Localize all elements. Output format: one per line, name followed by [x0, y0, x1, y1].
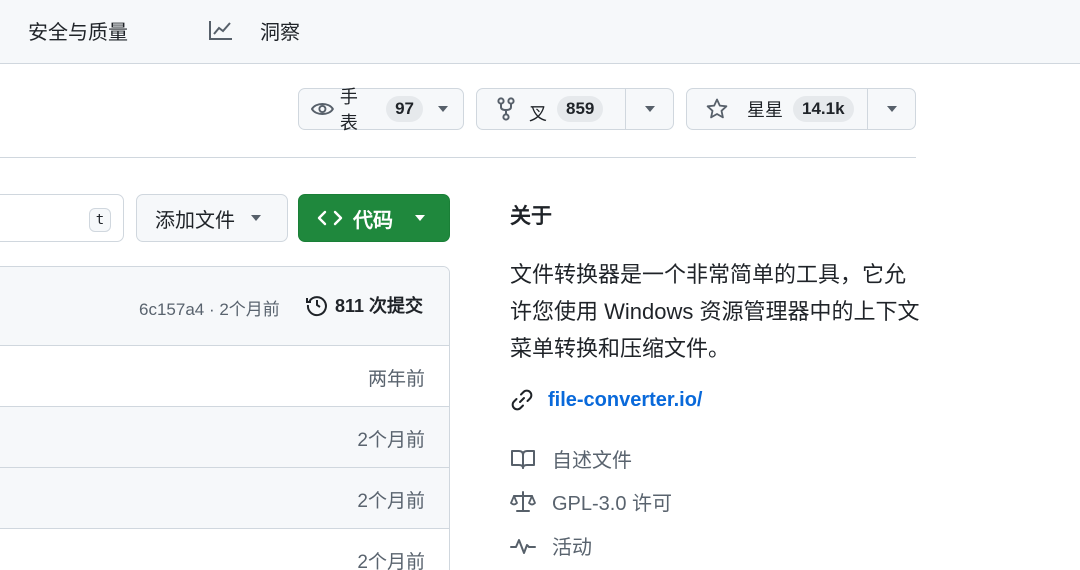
activity-link[interactable]: 活动	[510, 531, 592, 560]
header-divider	[0, 157, 916, 158]
caret-down-icon	[438, 106, 448, 112]
about-heading: 关于	[510, 205, 552, 228]
website-link[interactable]: file-converter.io/	[510, 388, 703, 412]
fork-label: 叉	[529, 104, 547, 124]
caret-down-icon	[415, 215, 425, 221]
star-count: 14.1k	[793, 96, 854, 122]
star-dropdown-button[interactable]	[867, 89, 915, 129]
law-icon	[510, 490, 536, 512]
file-age: 2个月前	[357, 430, 425, 451]
link-icon	[511, 389, 533, 411]
caret-down-icon	[251, 215, 261, 221]
license-link[interactable]: GPL-3.0 许可	[510, 487, 672, 516]
code-button[interactable]: 代码	[298, 194, 450, 242]
caret-down-icon	[886, 106, 897, 112]
latest-commit-bar: 6c157a4 · 2个月前 811 次提交	[0, 267, 449, 346]
file-age: 两年前	[367, 369, 425, 390]
watch-button-group: 手表 97	[298, 87, 464, 133]
about-description: 文件转换器是一个非常简单的工具，它允许您使用 Windows 资源管理器中的上下…	[510, 262, 920, 361]
star-label: 星星	[747, 100, 783, 120]
table-row[interactable]: 2个月前	[0, 529, 449, 570]
file-age: 2个月前	[357, 491, 425, 512]
license-label: GPL-3.0 许可	[552, 493, 673, 515]
readme-link[interactable]: 自述文件	[510, 444, 632, 473]
commit-history-link[interactable]: 811 次提交	[305, 292, 423, 318]
code-icon	[317, 210, 343, 226]
nav-insights-label: 洞察	[260, 21, 300, 44]
readme-label: 自述文件	[552, 450, 632, 472]
table-row[interactable]: 两年前	[0, 346, 449, 407]
fork-dropdown-button[interactable]	[625, 89, 673, 129]
file-age: 2个月前	[357, 552, 425, 570]
watch-button[interactable]: 手表 97	[299, 87, 423, 133]
watch-dropdown-button[interactable]	[423, 89, 463, 129]
website-link-label: file-converter.io/	[548, 388, 703, 411]
file-list: 6c157a4 · 2个月前 811 次提交 两年前 2个月前 2个月前 2个月…	[0, 266, 450, 570]
code-label: 代码	[353, 209, 393, 232]
latest-commit-meta[interactable]: 6c157a4 · 2个月前	[139, 295, 280, 320]
watch-count: 97	[386, 96, 423, 122]
graph-icon	[209, 21, 232, 40]
star-icon	[706, 98, 728, 119]
nav-insights[interactable]: 洞察	[208, 16, 300, 44]
book-icon	[511, 449, 535, 469]
commit-count-label: 811 次提交	[335, 296, 424, 316]
fork-count: 859	[557, 96, 604, 122]
watch-label: 手表	[339, 87, 358, 133]
table-row[interactable]: 2个月前	[0, 407, 449, 468]
go-to-file-input[interactable]: t	[0, 194, 124, 242]
nav-security-quality[interactable]: 安全与质量	[28, 16, 128, 44]
repo-forked-icon	[497, 97, 515, 121]
nav-security-label: 安全与质量	[28, 21, 128, 44]
fork-button-group: 叉 859	[476, 88, 674, 130]
add-file-label: 添加文件	[155, 209, 235, 232]
caret-down-icon	[644, 106, 655, 112]
history-icon	[306, 296, 327, 317]
add-file-button[interactable]: 添加文件	[136, 194, 288, 242]
fork-button[interactable]: 叉 859	[477, 89, 625, 129]
repo-nav: 安全与质量 洞察	[0, 0, 1080, 64]
eye-icon	[311, 103, 334, 115]
star-button[interactable]: 星星 14.1k	[687, 89, 867, 129]
table-row[interactable]: 2个月前	[0, 468, 449, 529]
pulse-icon	[510, 538, 536, 554]
activity-label: 活动	[552, 537, 592, 559]
keyboard-shortcut-hint: t	[89, 208, 111, 232]
star-button-group: 星星 14.1k	[686, 88, 916, 130]
